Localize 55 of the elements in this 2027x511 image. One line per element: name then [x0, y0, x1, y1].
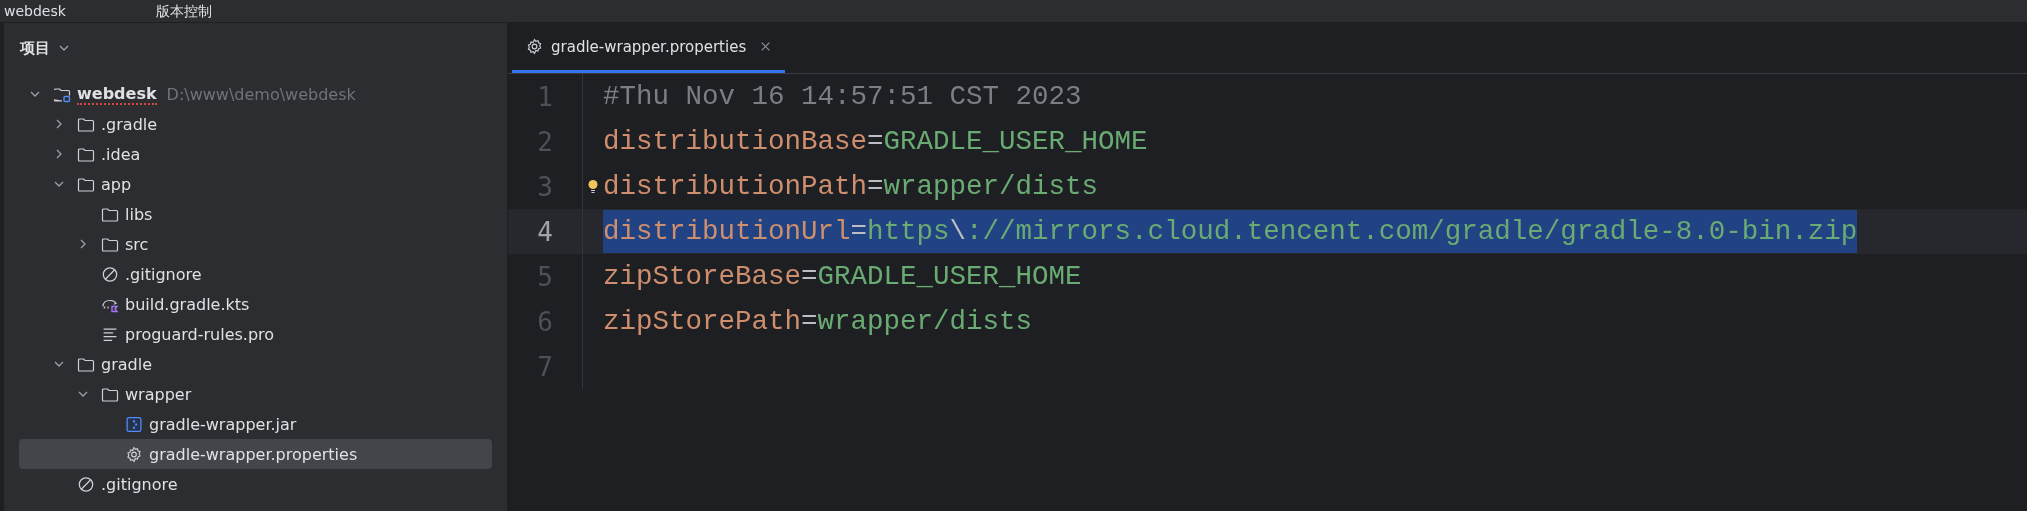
item-label: src [125, 234, 149, 254]
item-label: .idea [101, 144, 141, 164]
lightbulb-icon[interactable] [587, 178, 599, 195]
tree-item[interactable]: gradle-wrapper.properties [19, 439, 492, 469]
ignore-icon [101, 265, 119, 283]
tree-item[interactable]: .idea [19, 139, 492, 169]
folder-icon [77, 355, 95, 373]
folder-icon [101, 205, 119, 223]
item-label: gradle-wrapper.jar [149, 414, 297, 434]
ignore-icon [77, 475, 95, 493]
gear-icon [125, 445, 143, 463]
tree-item[interactable]: webdesk D:\www\demo\webdesk [19, 79, 492, 109]
tree-item[interactable]: src [19, 229, 492, 259]
tab-label: gradle-wrapper.properties [551, 37, 747, 56]
item-label: wrapper [125, 384, 192, 404]
gear-icon [526, 38, 543, 55]
folder-icon [77, 115, 95, 133]
tree-item[interactable]: libs [19, 199, 492, 229]
code-line: distributionBase=GRADLE_USER_HOME [603, 125, 1148, 159]
folder-icon [101, 385, 119, 403]
item-label: webdesk [77, 83, 157, 105]
module-folder-icon [53, 85, 71, 103]
folder-icon [77, 175, 95, 193]
code-line: zipStorePath=wrapper/dists [603, 305, 1033, 339]
code-line: zipStoreBase=GRADLE_USER_HOME [603, 260, 1082, 294]
folder-icon [101, 235, 119, 253]
project-name[interactable]: webdesk [4, 2, 66, 20]
item-label: .gitignore [101, 474, 178, 494]
item-label: proguard-rules.pro [125, 324, 275, 344]
tree-item[interactable]: wrapper [19, 379, 492, 409]
item-label: libs [125, 204, 153, 224]
tree-item[interactable]: build.gradle.kts [19, 289, 492, 319]
code-line: distributionPath=wrapper/dists [603, 170, 1099, 204]
line-number: 4 [537, 216, 553, 247]
item-label: build.gradle.kts [125, 294, 250, 314]
item-label: .gitignore [125, 264, 202, 284]
folder-icon [77, 145, 95, 163]
item-label: .gradle [101, 114, 158, 134]
item-label: gradle-wrapper.properties [149, 444, 358, 464]
tree-item[interactable]: proguard-rules.pro [19, 319, 492, 349]
item-label: app [101, 174, 132, 194]
tree-item[interactable]: .gradle [19, 109, 492, 139]
panel-title[interactable]: 项目 [20, 38, 50, 58]
close-icon[interactable] [760, 41, 772, 52]
item-path: D:\www\demo\webdesk [166, 84, 356, 104]
code-line: #Thu Nov 16 14:57:51 CST 2023 [603, 80, 1082, 114]
archive-icon [125, 415, 143, 433]
tree-item[interactable]: app [19, 169, 492, 199]
tree-item[interactable]: .gitignore [19, 259, 492, 289]
item-label: gradle [101, 354, 152, 374]
tree-item[interactable]: gradle [19, 349, 492, 379]
menu-item[interactable]: 版本控制 [155, 2, 212, 20]
editor-tab[interactable]: gradle-wrapper.properties [512, 23, 786, 73]
tree-item[interactable]: gradle-wrapper.jar [19, 409, 492, 439]
tree-item[interactable]: .gitignore [19, 469, 492, 499]
